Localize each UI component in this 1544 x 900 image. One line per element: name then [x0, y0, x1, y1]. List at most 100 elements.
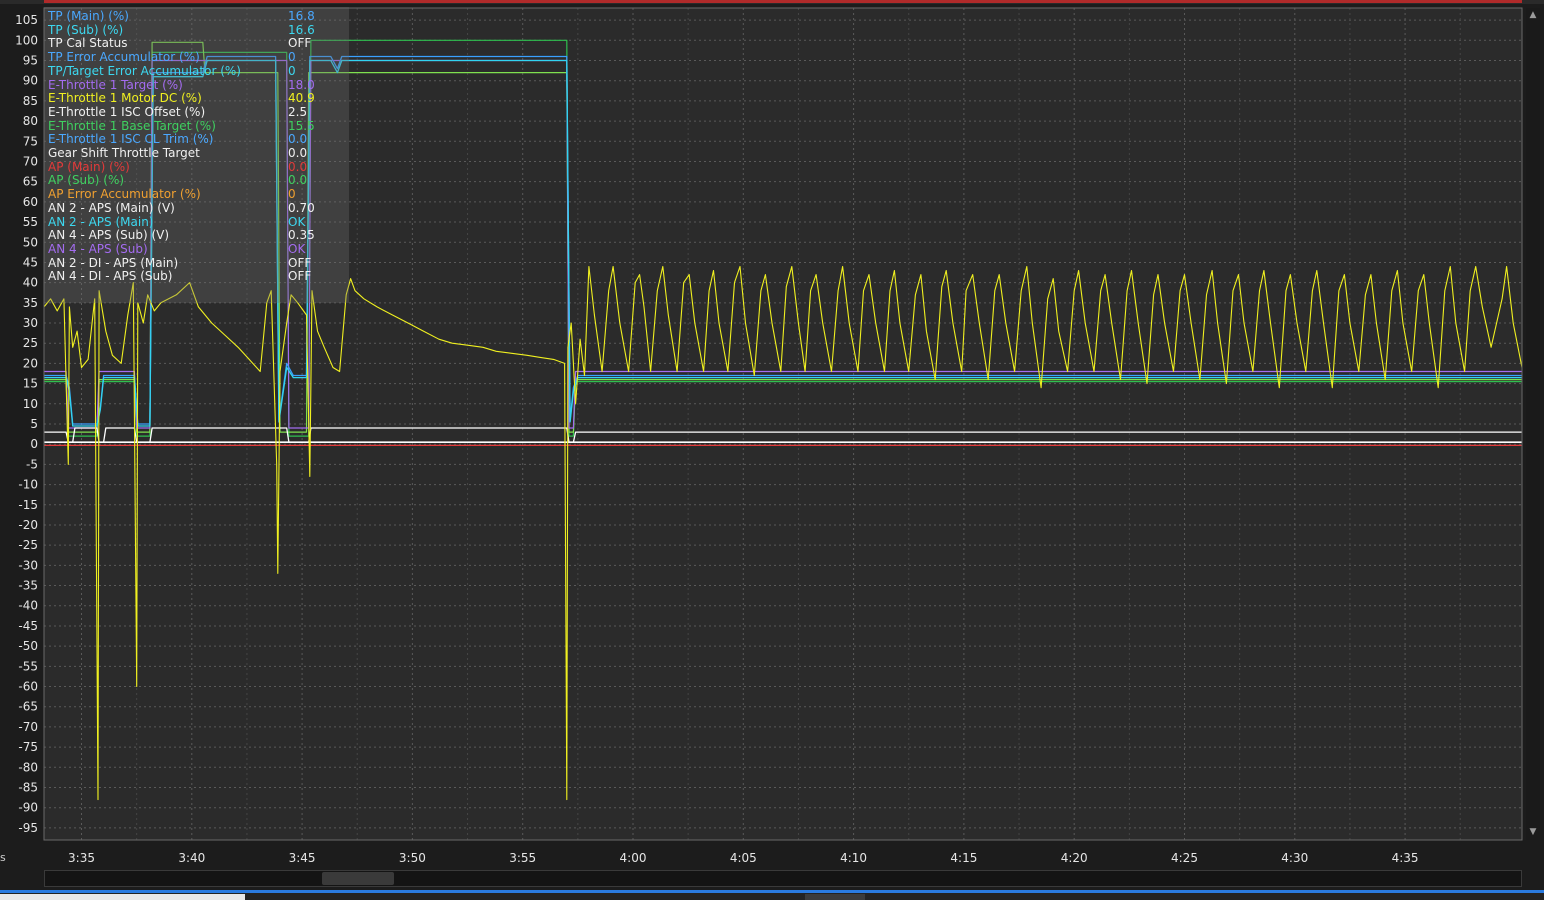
legend-item-name: AN 2 - APS (Main) (V) [48, 200, 175, 215]
y-tick-label: -15 [18, 498, 38, 512]
legend-item-name: E-Throttle 1 Target (%) [48, 77, 183, 92]
x-tick-label: 3:35 [68, 851, 95, 865]
legend-item-name: E-Throttle 1 ISC CL Trim (%) [48, 132, 214, 147]
legend-item-value: 0.70 [288, 200, 315, 215]
y-tick-label: -50 [18, 639, 38, 653]
y-tick-label: -75 [18, 740, 38, 754]
legend-item-name: AP (Main) (%) [48, 159, 130, 174]
legend-item-value: 16.8 [288, 9, 315, 23]
scroll-up-icon[interactable]: ▲ [1527, 10, 1539, 20]
x-tick-labels: 3:35 3:40 3:45 3:50 3:55 4:00 4:05 4:10 4:15 4:20… [68, 851, 1419, 865]
legend-item-name: E-Throttle 1 Base Target (%) [48, 118, 216, 133]
x-tick-label: 4:10 [840, 851, 867, 865]
legend-item-value: 0.0 [288, 159, 308, 174]
status-segment [805, 894, 865, 900]
y-tick-label: -55 [18, 659, 38, 673]
x-tick-label: 4:20 [1061, 851, 1088, 865]
legend-item-value: 18.0 [288, 77, 315, 92]
y-tick-label: -10 [18, 478, 38, 492]
y-tick-label: -20 [18, 518, 38, 532]
y-tick-label: 0 [30, 437, 38, 451]
y-tick-label: 30 [23, 316, 38, 330]
y-tick-label: 15 [23, 377, 38, 391]
legend-item-value: 0.35 [288, 228, 315, 243]
status-segment-white [0, 894, 245, 900]
x-tick-label: 3:55 [509, 851, 536, 865]
y-tick-label: 25 [23, 336, 38, 350]
y-tick-label: -95 [18, 821, 38, 835]
y-tick-label: 45 [23, 255, 38, 269]
y-tick-label: -25 [18, 538, 38, 552]
y-tick-label: -45 [18, 619, 38, 633]
y-tick-label: 10 [23, 397, 38, 411]
x-tick-label: 4:15 [950, 851, 977, 865]
y-tick-label: 60 [23, 195, 38, 209]
y-tick-label: 75 [23, 134, 38, 148]
scroll-down-icon[interactable]: ▼ [1527, 827, 1539, 837]
y-tick-label: -90 [18, 801, 38, 815]
x-tick-label: 3:40 [178, 851, 205, 865]
legend-item-name: TP/Target Error Accumulator (%) [48, 63, 241, 78]
y-tick-label: 70 [23, 154, 38, 168]
y-tick-label: 50 [23, 235, 38, 249]
legend-item-name: TP Cal Status [48, 36, 128, 51]
y-tick-label: 65 [23, 175, 38, 189]
y-tick-label: 80 [23, 114, 38, 128]
y-tick-label: -30 [18, 558, 38, 572]
legend-item-name: AP Error Accumulator (%) [48, 187, 201, 202]
y-tick-label: -85 [18, 780, 38, 794]
legend-item-value: 0.0 [288, 146, 308, 160]
legend-item-value: OK [288, 214, 306, 229]
y-tick-label: -60 [18, 680, 38, 694]
scrollbar-thumb[interactable] [322, 872, 394, 885]
legend-item-name: AN 2 - DI - APS (Main) [48, 255, 179, 270]
legend-item-value: 0 [288, 63, 296, 78]
y-tick-label: -65 [18, 700, 38, 714]
legend-item-value: 0.0 [288, 132, 308, 147]
legend-item-name: TP (Main) (%) [48, 9, 129, 23]
legend-item-value: OK [288, 241, 306, 256]
x-tick-label: 4:00 [620, 851, 647, 865]
x-tick-label: 3:45 [289, 851, 316, 865]
y-tick-label: 95 [23, 54, 38, 68]
legend-item-value: 15.5 [288, 118, 315, 133]
x-tick-label: 3:50 [399, 851, 426, 865]
legend-item-name: Gear Shift Throttle Target [48, 146, 200, 160]
legend-item-value: OFF [288, 269, 312, 284]
legend-item-name: AN 4 - DI - APS (Sub) [48, 269, 173, 284]
legend-item-value: 0 [288, 187, 296, 202]
legend-item-name: AP (Sub) (%) [48, 173, 125, 188]
y-tick-label: -5 [26, 457, 38, 471]
vertical-scrollbar[interactable] [1526, 8, 1540, 840]
y-tick-label: 85 [23, 94, 38, 108]
y-tick-label: -35 [18, 579, 38, 593]
y-tick-label: -70 [18, 720, 38, 734]
legend-item-value: 40.9 [288, 91, 315, 106]
status-accent-line [0, 890, 1544, 893]
legend-item-name: AN 4 - APS (Sub) (V) [48, 228, 170, 243]
y-tick-label: -40 [18, 599, 38, 613]
x-tick-label: 4:05 [730, 851, 757, 865]
legend-item-name: AN 4 - APS (Sub) [48, 241, 148, 256]
legend-item-name: AN 2 - APS (Main) [48, 214, 154, 229]
x-unit-label: s [0, 851, 6, 864]
y-tick-label: 20 [23, 356, 38, 370]
horizontal-scrollbar[interactable] [44, 870, 1522, 887]
legend-item-value: OFF [288, 255, 312, 270]
x-tick-label: 4:30 [1281, 851, 1308, 865]
y-tick-label: 5 [30, 417, 38, 431]
legend-item-name: TP Error Accumulator (%) [48, 50, 200, 65]
x-tick-label: 4:35 [1392, 851, 1419, 865]
legend-item-name: TP (Sub) (%) [48, 22, 124, 37]
legend-item-value: 0.0 [288, 173, 308, 188]
legend-item-value: OFF [288, 36, 312, 51]
y-tick-label: 105 [15, 13, 38, 27]
y-tick-label: 40 [23, 276, 38, 290]
legend-item-value: 16.6 [288, 22, 315, 37]
legend-item-value: 0 [288, 50, 296, 65]
y-tick-label: 90 [23, 74, 38, 88]
legend-item-value: 2.5 [288, 104, 308, 119]
y-tick-label: 100 [15, 33, 38, 47]
legend-item-name: E-Throttle 1 Motor DC (%) [48, 91, 202, 106]
y-tick-label: 35 [23, 296, 38, 310]
